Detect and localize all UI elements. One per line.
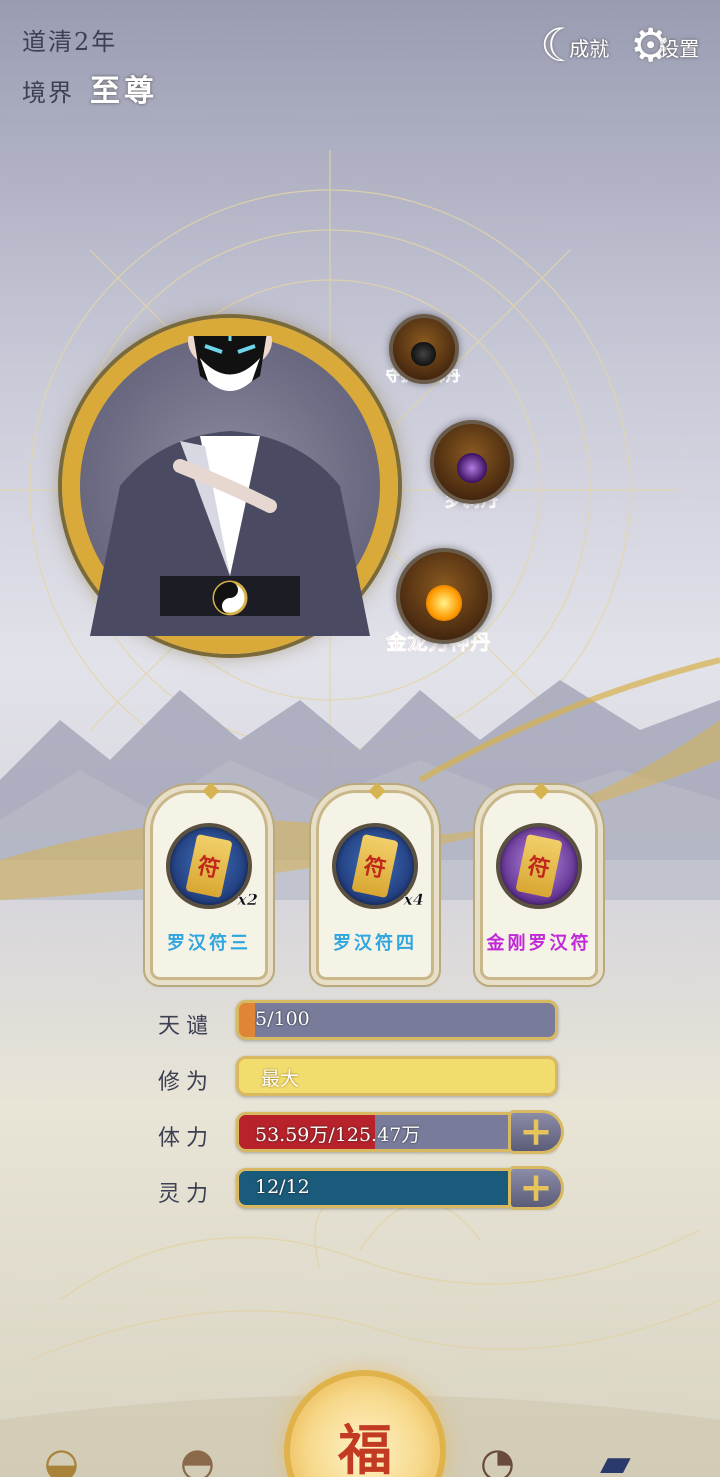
realm-label: 境界 — [22, 79, 74, 107]
talisman-icon: 符 — [496, 823, 582, 909]
treasure-chest-icon — [430, 420, 514, 504]
achievements-button[interactable]: ☾ 成就 — [540, 8, 609, 68]
tili-value: 53.59万/125.47万 — [255, 1124, 421, 1146]
card-ornament — [368, 782, 386, 800]
plus-icon: + — [519, 1164, 553, 1211]
elixir-item[interactable]: 金龙力神丹 — [386, 548, 492, 655]
treasure-chest-icon — [396, 548, 492, 644]
talisman-icon: 符 x2 — [166, 823, 258, 909]
elixir-item[interactable]: 罗刹丹 — [430, 420, 514, 511]
settings-label: 设置 — [659, 37, 700, 61]
scroll-icon: 符 — [185, 833, 233, 899]
talisman-quantity: x4 — [403, 890, 424, 909]
treasure-chest-icon — [388, 314, 459, 384]
lingli-value: 12/12 — [255, 1176, 310, 1198]
stat-label-tili: 体力 — [158, 1126, 215, 1151]
talisman-name: 金刚罗汉符 — [486, 933, 592, 954]
character-portrait[interactable] — [62, 318, 398, 654]
stat-label-tianqian: 天谴 — [158, 1014, 215, 1039]
stat-label-xiuwei: 修为 — [158, 1070, 215, 1095]
card-ornament — [202, 782, 220, 800]
tianqian-bar-fill — [239, 1003, 255, 1037]
talisman-quantity: x2 — [237, 890, 258, 909]
settings-button[interactable]: ⚙ 设置 — [630, 8, 699, 68]
book-icon[interactable]: ▰ — [600, 1440, 631, 1477]
bag-icon[interactable]: ◓ — [180, 1440, 215, 1477]
talisman-card[interactable]: 符 x4 罗汉符四 — [316, 782, 434, 980]
realm-value: 至尊 — [90, 74, 158, 109]
achievements-label: 成就 — [569, 37, 610, 61]
scroll-icon: 符 — [515, 833, 563, 899]
talisman-name: 罗汉符三 — [167, 933, 251, 954]
stat-label-lingli: 灵力 — [158, 1182, 215, 1207]
tianqian-bar: 5/100 — [236, 1000, 558, 1040]
xiuwei-value: 最大 — [261, 1068, 300, 1090]
talisman-icon: 符 x4 — [332, 823, 424, 909]
background-scenery — [0, 150, 720, 1477]
elixir-item[interactable]: 守护金御丹 — [386, 314, 461, 386]
talisman-card[interactable]: 符 x2 罗汉符三 — [150, 782, 268, 980]
character-figure — [90, 336, 370, 636]
add-spirit-button[interactable]: + — [508, 1166, 564, 1210]
gold-ingot-icon[interactable]: ◒ — [44, 1440, 79, 1477]
xiuwei-bar: 最大 — [236, 1056, 558, 1096]
main-action-label: 福 — [338, 1418, 392, 1477]
card-ornament — [532, 782, 550, 800]
talisman-name: 罗汉符四 — [333, 933, 417, 954]
add-stamina-button[interactable]: + — [508, 1110, 564, 1154]
cart-icon[interactable]: ◔ — [480, 1440, 515, 1477]
realm-row: 境界 至尊 — [22, 66, 158, 110]
plus-icon: + — [519, 1108, 553, 1155]
tianqian-value: 5/100 — [255, 1008, 310, 1030]
era-year: 道清2年 — [22, 28, 118, 56]
main-action-button[interactable]: 福 — [290, 1376, 440, 1477]
talisman-card[interactable]: 符 金刚罗汉符 — [480, 782, 598, 980]
scroll-icon: 符 — [351, 833, 399, 899]
